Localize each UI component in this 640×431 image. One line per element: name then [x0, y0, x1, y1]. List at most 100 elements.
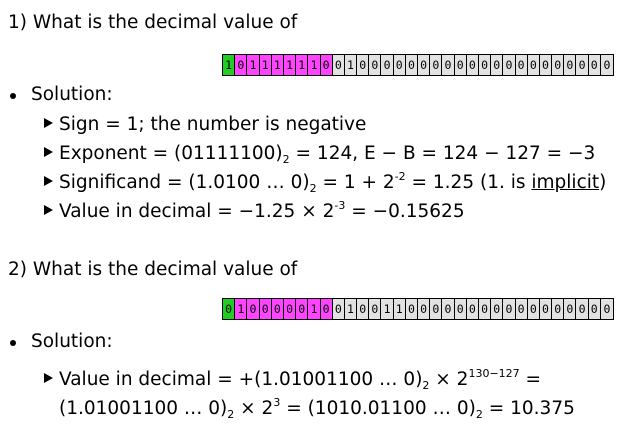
value2b-base2: 2	[475, 408, 483, 421]
bit-cell: 0	[320, 299, 333, 319]
bit-cell: 0	[332, 55, 345, 75]
bit-cell: 0	[283, 299, 297, 319]
exponent-result: = 124, E − B = 124 − 127 = −3	[289, 143, 596, 164]
significand-close: )	[599, 172, 607, 193]
bit-cell: 0	[503, 299, 516, 319]
bullet-dot	[10, 93, 16, 99]
value2b-text: (1.01001100 … 0)	[59, 398, 228, 419]
significand-result: = 1.25 (1. is	[405, 172, 532, 193]
value2-times: × 2	[429, 369, 469, 390]
bit-cell: 0	[576, 55, 589, 75]
arrow-bullet-icon	[44, 373, 53, 383]
significand-text: Significand = (1.0100 … 0)	[59, 172, 310, 193]
bit-cell: 0	[271, 299, 284, 319]
bit-cell: 0	[454, 299, 467, 319]
bit-cell: 0	[503, 55, 516, 75]
bit-cell: 0	[576, 299, 589, 319]
arrow-bullet-icon	[44, 176, 53, 186]
bit-cell: 0	[491, 55, 504, 75]
significand-sum: = 1 + 2	[316, 172, 395, 193]
value-exponent: -3	[334, 199, 346, 212]
question-2-title: 2) What is the decimal value of	[8, 259, 298, 280]
bit-cell: 0	[552, 55, 565, 75]
bit-cell: 1	[223, 55, 236, 75]
bit-cell: 0	[588, 55, 601, 75]
bit-cell: 0	[515, 299, 528, 319]
value2-equals: =	[519, 369, 542, 390]
bit-cell: 0	[418, 55, 431, 75]
bit-cell: 0	[405, 55, 418, 75]
bit-pattern-1: 10111111001000000000000000000000	[222, 54, 614, 76]
exponent-base: 2	[282, 153, 290, 166]
bit-cell: 0	[552, 299, 565, 319]
value2b-times: × 2	[234, 398, 274, 419]
value-line: Value in decimal = −1.25 × 2-3 = −0.1562…	[44, 199, 465, 222]
bit-cell: 0	[491, 299, 504, 319]
exponent-text: Exponent = (01111100)	[59, 143, 283, 164]
bit-cell: 0	[223, 299, 236, 319]
bit-cell: 1	[247, 55, 260, 75]
bit-cell: 0	[393, 55, 406, 75]
bit-cell: 0	[588, 299, 601, 319]
solution-label-1: Solution:	[31, 84, 113, 105]
bit-cell: 0	[430, 299, 443, 319]
bit-cell: 0	[478, 299, 492, 319]
bit-cell: 0	[600, 55, 613, 75]
bit-cell: 1	[283, 55, 297, 75]
bit-cell: 0	[320, 55, 333, 75]
bit-cell: 0	[454, 55, 467, 75]
bit-cell: 1	[344, 299, 358, 319]
bit-cell: 0	[418, 299, 431, 319]
bit-cell: 1	[308, 55, 321, 75]
bit-cell: 0	[539, 55, 553, 75]
significand-base: 2	[309, 182, 317, 195]
bit-cell: 0	[405, 299, 418, 319]
bit-cell: 0	[247, 299, 260, 319]
bit-cell: 0	[369, 299, 382, 319]
value2-exponent: 130−127	[468, 367, 520, 380]
bit-cell: 0	[564, 55, 577, 75]
bit-cell: 0	[442, 299, 455, 319]
bit-cell: 0	[442, 55, 455, 75]
bit-cell: 0	[478, 55, 492, 75]
bit-cell: 0	[466, 55, 479, 75]
bullet-dot	[10, 340, 16, 346]
value-result: = −0.15625	[345, 201, 465, 222]
arrow-bullet-icon	[44, 118, 53, 128]
bit-cell: 0	[539, 299, 553, 319]
bit-pattern-2: 01000001001001100000000000000000	[222, 298, 614, 320]
implicit-word: implicit	[531, 172, 600, 193]
significand-line: Significand = (1.0100 … 0)2 = 1 + 2-2 = …	[44, 170, 607, 195]
value2-text: Value in decimal = +(1.01001100 … 0)	[59, 369, 423, 390]
bit-cell: 0	[600, 299, 613, 319]
bit-cell: 1	[235, 299, 248, 319]
value-line-2b: (1.01001100 … 0)2 × 23 = (1010.01100 … 0…	[59, 397, 575, 421]
bit-cell: 1	[271, 55, 284, 75]
bit-cell: 0	[357, 55, 370, 75]
bit-cell: 0	[369, 55, 382, 75]
sign-text: Sign = 1; the number is negative	[59, 114, 367, 135]
significand-exponent: -2	[394, 170, 406, 183]
solution-label-2: Solution:	[31, 331, 113, 352]
arrow-bullet-icon	[44, 147, 53, 157]
bit-cell: 0	[527, 299, 540, 319]
bit-cell: 0	[527, 55, 540, 75]
bit-cell: 0	[357, 299, 370, 319]
exponent-line: Exponent = (01111100)2 = 124, E − B = 12…	[44, 143, 596, 166]
bit-cell: 1	[308, 299, 321, 319]
bit-cell: 0	[235, 55, 248, 75]
bit-cell: 1	[296, 55, 309, 75]
bit-cell: 0	[259, 299, 272, 319]
bit-cell: 1	[344, 55, 358, 75]
bit-cell: 0	[466, 299, 479, 319]
sign-line: Sign = 1; the number is negative	[44, 114, 366, 135]
arrow-bullet-icon	[44, 205, 53, 215]
question-1-title: 1) What is the decimal value of	[8, 12, 298, 33]
bit-cell: 1	[259, 55, 272, 75]
bit-cell: 1	[393, 299, 406, 319]
bit-cell: 0	[296, 299, 309, 319]
value2b-binary: = (1010.01100 … 0)	[280, 398, 476, 419]
bit-cell: 0	[381, 55, 394, 75]
bit-cell: 0	[332, 299, 345, 319]
value-line-2a: Value in decimal = +(1.01001100 … 0)2 × …	[44, 367, 542, 391]
